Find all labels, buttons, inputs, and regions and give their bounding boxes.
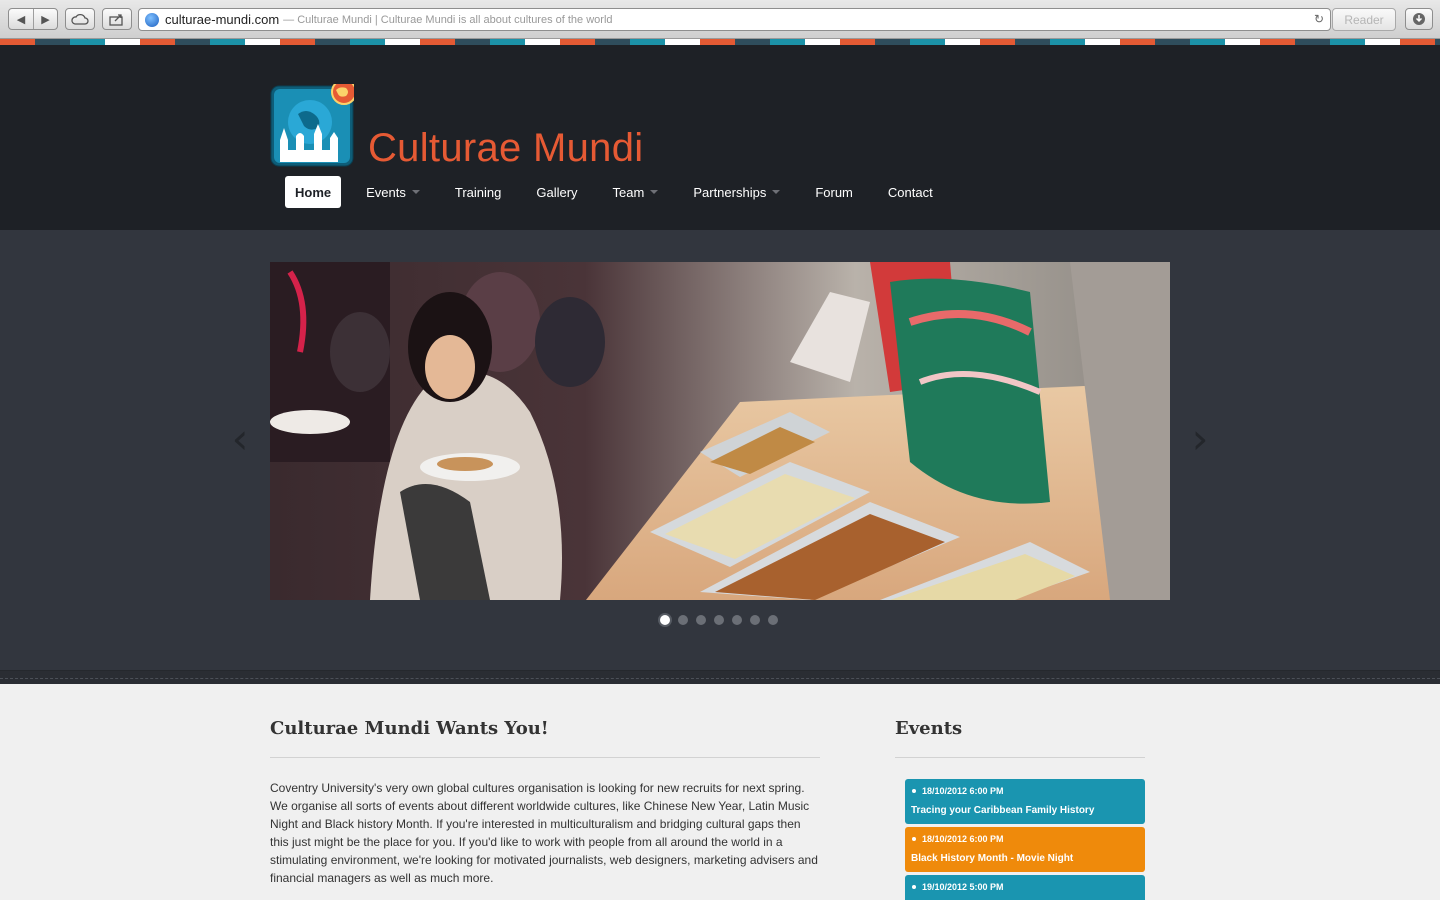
event-item[interactable]: 18/10/2012 6:00 PM Black History Month -… <box>905 827 1145 872</box>
caret-down-icon <box>650 190 659 194</box>
events-divider <box>895 757 1145 758</box>
nav-item-home[interactable]: Home <box>285 176 342 208</box>
slider-dot-2[interactable] <box>678 615 688 625</box>
forward-icon[interactable]: ▶ <box>33 9 57 29</box>
nav-item-label: Training <box>454 184 502 200</box>
site-logo-icon[interactable] <box>270 84 354 168</box>
nav-item-contact[interactable]: Contact <box>878 176 943 208</box>
main-body-text: Coventry University's very own global cu… <box>270 781 818 885</box>
download-icon <box>1413 13 1425 25</box>
event-item[interactable]: 19/10/2012 5:00 PM <box>905 875 1145 900</box>
slider-next-arrow-icon[interactable]: › <box>1188 418 1212 460</box>
nav-item-partnerships[interactable]: Partnerships <box>683 176 790 208</box>
slider-photo[interactable] <box>270 262 1170 600</box>
address-bar[interactable]: culturae-mundi.com — Culturae Mundi | Cu… <box>138 8 1331 31</box>
caret-down-icon <box>411 190 420 194</box>
nav-item-gallery[interactable]: Gallery <box>526 176 587 208</box>
nav-item-label: Gallery <box>536 184 578 200</box>
downloads-button[interactable] <box>1405 8 1433 30</box>
slider-dot-4[interactable] <box>714 615 724 625</box>
nav-item-team[interactable]: Team <box>603 176 669 208</box>
nav-item-label: Contact <box>887 184 933 200</box>
globe-icon <box>145 12 159 27</box>
slider-band-divider <box>0 670 1440 684</box>
events-heading: Events <box>895 718 963 739</box>
reader-button[interactable]: Reader <box>1332 8 1396 31</box>
event-date: 19/10/2012 5:00 PM <box>911 882 1139 892</box>
nav-item-label: Forum <box>815 184 853 200</box>
slider-dot-1[interactable] <box>658 613 672 627</box>
event-date: 18/10/2012 6:00 PM <box>911 834 1139 844</box>
nav-item-training[interactable]: Training <box>445 176 511 208</box>
event-title: Tracing your Caribbean Family History <box>911 805 1095 816</box>
nav-item-events[interactable]: Events <box>356 176 430 208</box>
main-divider <box>270 757 820 758</box>
main-navigation: Home Events Training Gallery Team Partne… <box>285 176 958 208</box>
browser-toolbar: ◀ ▶ culturae-mundi.com — Culturae Mundi … <box>0 0 1440 39</box>
slider-dot-7[interactable] <box>768 615 778 625</box>
share-button[interactable] <box>102 8 132 30</box>
nav-item-label: Partnerships <box>693 184 767 200</box>
nav-item-forum[interactable]: Forum <box>805 176 863 208</box>
back-icon[interactable]: ◀ <box>9 9 33 29</box>
share-icon <box>109 13 123 26</box>
event-date: 18/10/2012 6:00 PM <box>911 786 1139 796</box>
main-heading: Culturae Mundi Wants You! <box>270 718 549 739</box>
caret-down-icon <box>772 190 781 194</box>
slider-dot-6[interactable] <box>750 615 760 625</box>
nav-item-label: Home <box>295 184 332 200</box>
nav-item-label: Team <box>612 184 645 200</box>
nav-item-label: Events <box>366 184 406 200</box>
event-item[interactable]: 18/10/2012 6:00 PM Tracing your Caribbea… <box>905 779 1145 824</box>
icloud-button[interactable] <box>65 8 95 30</box>
back-forward-buttons[interactable]: ◀ ▶ <box>8 8 58 30</box>
slider-dot-3[interactable] <box>696 615 706 625</box>
event-title: Black History Month - Movie Night <box>911 853 1074 864</box>
slider-dot-5[interactable] <box>732 615 742 625</box>
url-domain: culturae-mundi.com <box>165 12 280 27</box>
events-list: 18/10/2012 6:00 PM Tracing your Caribbea… <box>905 779 1145 900</box>
cloud-icon <box>71 13 89 25</box>
site-title[interactable]: Culturae Mundi <box>368 126 643 171</box>
slider-pagination <box>658 613 786 627</box>
slider-prev-arrow-icon[interactable]: ‹ <box>228 418 252 460</box>
url-page-title: — Culturae Mundi | Culturae Mundi is all… <box>283 13 613 26</box>
reload-icon[interactable]: ↻ <box>1314 12 1324 26</box>
